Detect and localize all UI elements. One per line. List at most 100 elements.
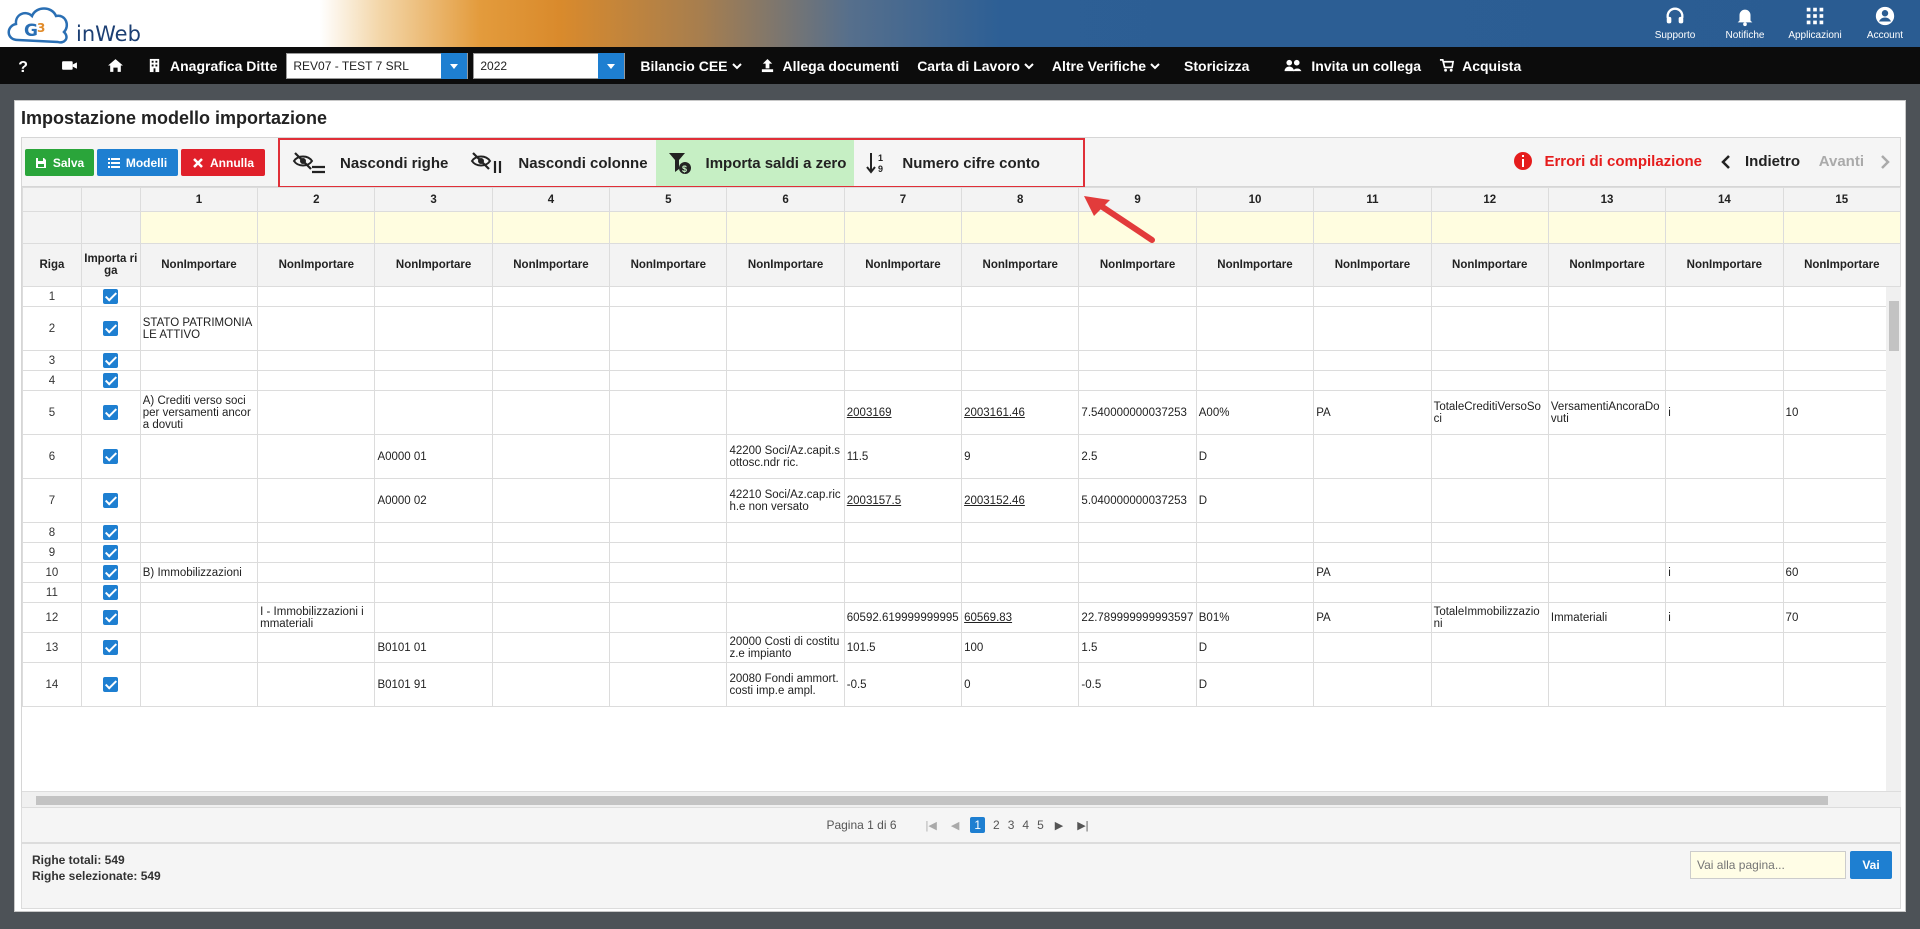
- page-3[interactable]: 3: [1008, 818, 1015, 832]
- year-dropdown-button[interactable]: [598, 52, 625, 79]
- table-cell[interactable]: [139, 602, 259, 633]
- table-cell[interactable]: [1313, 478, 1432, 523]
- table-cell[interactable]: [374, 350, 493, 371]
- horizontal-scrollbar[interactable]: [22, 791, 1901, 807]
- table-cell[interactable]: 60569.83: [961, 602, 1080, 633]
- goto-page-button[interactable]: Vai: [1850, 851, 1892, 879]
- table-cell[interactable]: 0: [961, 662, 1080, 707]
- table-cell[interactable]: [609, 350, 728, 371]
- table-cell[interactable]: [1313, 370, 1432, 391]
- table-cell[interactable]: [257, 662, 376, 707]
- table-cell[interactable]: [1313, 350, 1432, 371]
- mapping-cell[interactable]: [1195, 211, 1315, 244]
- table-cell[interactable]: [1665, 350, 1784, 371]
- table-cell[interactable]: [1313, 434, 1432, 479]
- goto-page-input[interactable]: [1690, 851, 1846, 879]
- table-cell[interactable]: [609, 602, 728, 633]
- table-cell[interactable]: [491, 434, 611, 479]
- table-cell[interactable]: 20080 Fondi ammort.costi imp.e ampl.: [726, 662, 845, 707]
- table-cell[interactable]: [491, 306, 611, 351]
- column-type-selector[interactable]: NonImportare: [726, 243, 845, 287]
- table-cell[interactable]: 2003169: [843, 390, 963, 435]
- mapping-cell[interactable]: [1430, 211, 1549, 244]
- column-type-selector[interactable]: NonImportare: [1195, 243, 1315, 287]
- table-cell[interactable]: [374, 562, 493, 583]
- table-cell[interactable]: [1313, 582, 1432, 603]
- table-cell[interactable]: [1195, 306, 1315, 351]
- import-row-checkbox[interactable]: [103, 525, 119, 540]
- table-cell[interactable]: [609, 286, 728, 307]
- table-cell[interactable]: [1430, 370, 1549, 391]
- mapping-cell[interactable]: [139, 211, 259, 244]
- table-cell[interactable]: [961, 542, 1080, 563]
- table-cell[interactable]: [1665, 582, 1784, 603]
- table-cell[interactable]: B) Immobilizzazioni: [139, 562, 259, 583]
- mapping-cell[interactable]: [726, 211, 845, 244]
- table-cell[interactable]: [257, 350, 376, 371]
- table-cell[interactable]: [1078, 582, 1197, 603]
- nav-anagrafica-ditte[interactable]: Anagrafica Ditte: [138, 47, 286, 84]
- table-cell[interactable]: [1313, 542, 1432, 563]
- table-cell[interactable]: [1078, 350, 1197, 371]
- nav-acquista[interactable]: Acquista: [1430, 47, 1530, 84]
- table-cell[interactable]: [609, 582, 728, 603]
- table-cell[interactable]: [1665, 632, 1784, 663]
- table-cell[interactable]: [961, 562, 1080, 583]
- horizontal-scroll-thumb[interactable]: [36, 796, 1828, 805]
- table-cell[interactable]: [491, 390, 611, 435]
- table-cell[interactable]: [726, 522, 845, 543]
- column-type-selector[interactable]: NonImportare: [961, 243, 1080, 287]
- import-row-checkbox[interactable]: [103, 493, 119, 508]
- import-row-checkbox[interactable]: [103, 640, 119, 655]
- table-cell[interactable]: [1195, 350, 1315, 371]
- table-cell[interactable]: [1782, 632, 1901, 663]
- column-type-selector[interactable]: NonImportare: [609, 243, 728, 287]
- table-cell[interactable]: 22.789999999993597: [1078, 602, 1197, 633]
- help-button[interactable]: ?: [0, 47, 46, 84]
- table-cell[interactable]: [139, 286, 259, 307]
- column-type-selector[interactable]: NonImportare: [1665, 243, 1784, 287]
- table-cell[interactable]: [1195, 522, 1315, 543]
- table-cell[interactable]: [1782, 286, 1901, 307]
- table-cell[interactable]: [1313, 522, 1432, 543]
- column-number-3[interactable]: 3: [374, 187, 493, 212]
- table-cell[interactable]: i: [1665, 390, 1784, 435]
- table-cell[interactable]: [1430, 522, 1549, 543]
- company-dropdown-button[interactable]: [441, 52, 468, 79]
- table-cell[interactable]: [491, 632, 611, 663]
- table-cell[interactable]: [374, 306, 493, 351]
- table-cell[interactable]: [257, 390, 376, 435]
- table-cell[interactable]: [491, 662, 611, 707]
- table-cell[interactable]: [1547, 434, 1667, 479]
- table-cell[interactable]: [491, 562, 611, 583]
- nav-storicizza[interactable]: Storicizza: [1175, 47, 1258, 84]
- table-cell[interactable]: [726, 542, 845, 563]
- table-cell[interactable]: [1078, 370, 1197, 391]
- page-5[interactable]: 5: [1037, 818, 1044, 832]
- table-cell[interactable]: [726, 350, 845, 371]
- import-row-checkbox[interactable]: [103, 677, 119, 692]
- table-cell[interactable]: [257, 370, 376, 391]
- table-cell[interactable]: [726, 306, 845, 351]
- column-number-13[interactable]: 13: [1547, 187, 1667, 212]
- table-cell[interactable]: PA: [1313, 602, 1432, 633]
- table-cell[interactable]: [1430, 542, 1549, 563]
- table-cell[interactable]: [843, 306, 963, 351]
- table-cell[interactable]: [139, 350, 259, 371]
- table-cell[interactable]: [1547, 370, 1667, 391]
- hide-columns-button[interactable]: Nascondi colonne: [456, 140, 655, 186]
- table-cell[interactable]: [1430, 434, 1549, 479]
- table-cell[interactable]: [139, 478, 259, 523]
- table-cell[interactable]: [961, 306, 1080, 351]
- table-cell[interactable]: [139, 370, 259, 391]
- table-cell[interactable]: [609, 370, 728, 391]
- account-digits-button[interactable]: 19 Numero cifre conto: [854, 140, 1048, 186]
- table-cell[interactable]: [1665, 306, 1784, 351]
- table-cell[interactable]: VersamentiAncoraDovuti: [1547, 390, 1667, 435]
- mapping-cell[interactable]: [609, 211, 728, 244]
- import-row-checkbox[interactable]: [103, 353, 119, 368]
- column-type-selector[interactable]: NonImportare: [257, 243, 376, 287]
- column-type-selector[interactable]: NonImportare: [1782, 243, 1901, 287]
- table-cell[interactable]: 70: [1782, 602, 1901, 633]
- table-cell[interactable]: [1665, 662, 1784, 707]
